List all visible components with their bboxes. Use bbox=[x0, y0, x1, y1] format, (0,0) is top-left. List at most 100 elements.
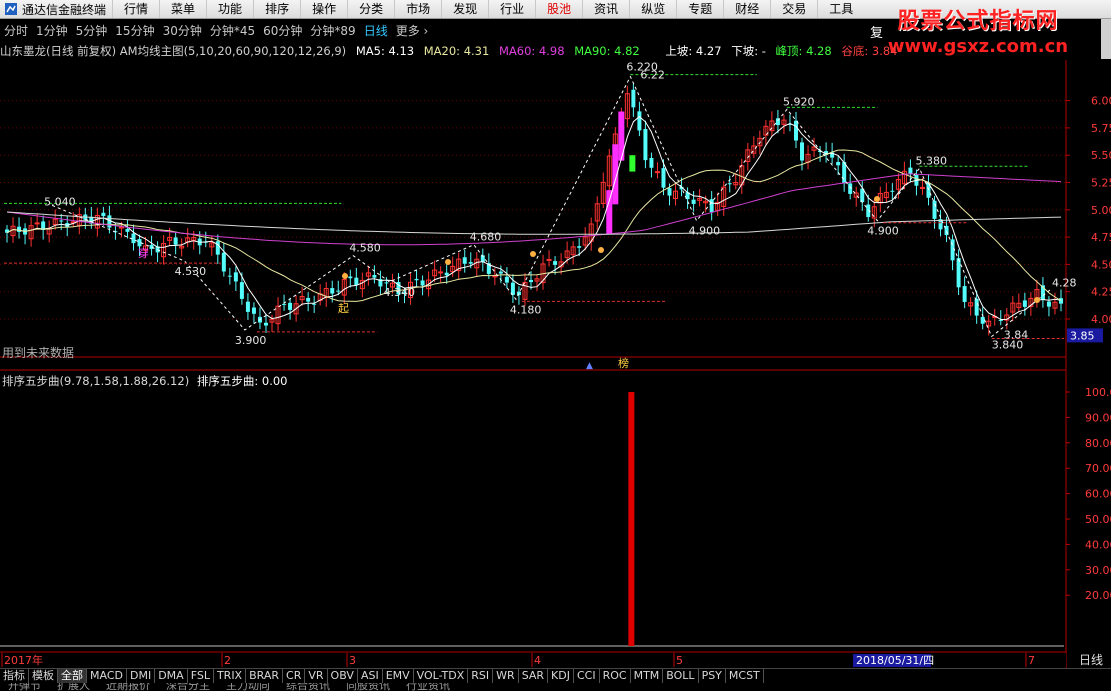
candle-body-up bbox=[654, 171, 660, 174]
tab-18[interactable]: KDJ bbox=[548, 669, 574, 683]
future-data-note: 用到未来数据 bbox=[2, 346, 75, 360]
menu-item-13[interactable]: 财经 bbox=[723, 0, 770, 18]
menu-item-7[interactable]: 发现 bbox=[441, 0, 488, 18]
tab-6[interactable]: FSL bbox=[188, 669, 214, 683]
fuquan-button[interactable]: 复 bbox=[870, 22, 883, 41]
period-9[interactable]: 更多 › bbox=[392, 22, 433, 39]
menu-item-10[interactable]: 资讯 bbox=[582, 0, 629, 18]
candle-body-up bbox=[438, 271, 444, 274]
tab-24[interactable]: MCST bbox=[726, 669, 764, 683]
menu-item-8[interactable]: 行业 bbox=[488, 0, 535, 18]
indicator-value: 排序五步曲: 0.00 bbox=[196, 374, 288, 388]
period-5[interactable]: 分钟*45 bbox=[206, 22, 259, 39]
tab-14[interactable]: VOL-TDX bbox=[414, 669, 469, 683]
tab-5[interactable]: DMA bbox=[155, 669, 188, 683]
indicator-title: 排序五步曲(9.78,1.58,1.88,26.12) bbox=[2, 374, 190, 388]
period-3[interactable]: 15分钟 bbox=[111, 22, 158, 39]
tab-17[interactable]: SAR bbox=[519, 669, 549, 683]
ma20-value: MA20: 4.31 bbox=[423, 44, 490, 58]
menu-item-5[interactable]: 分类 bbox=[347, 0, 394, 18]
bottom-item-4[interactable]: 主力动向 bbox=[218, 683, 278, 691]
price-tick-5: 4.75 bbox=[1091, 231, 1111, 244]
candle-body-down bbox=[221, 252, 226, 272]
peak-label-15: 4.28 bbox=[1052, 276, 1077, 289]
date-axis: 2017年 2 3 4 5 7 2018/05/31/四 日线 bbox=[0, 653, 1103, 667]
period-4[interactable]: 30分钟 bbox=[159, 22, 206, 39]
period-0[interactable]: 分时 bbox=[0, 22, 32, 39]
candle-body-down bbox=[239, 282, 244, 299]
menu-item-11[interactable]: 纵览 bbox=[629, 0, 676, 18]
tab-22[interactable]: BOLL bbox=[663, 669, 699, 683]
candle-body-down bbox=[312, 303, 317, 305]
chart-info-line: 山东墨龙(日线 前复权) AM均线主图(5,10,20,60,90,120,12… bbox=[0, 43, 1070, 59]
menu-item-9[interactable]: 股池 bbox=[535, 0, 582, 18]
period-toolbar: 分时 1分钟 5分钟 15分钟 30分钟 分钟*45 60分钟 分钟*89 日线 更多 › bbox=[0, 19, 870, 41]
tab-11[interactable]: OBV bbox=[328, 669, 358, 683]
candle-body-down bbox=[288, 302, 293, 310]
indicator-axis: 100.0 90.00 80.00 70.00 60.00 50.00 40.00 30.00… bbox=[1066, 386, 1111, 602]
period-6[interactable]: 60分钟 bbox=[259, 22, 306, 39]
period-7[interactable]: 分钟*89 bbox=[306, 22, 359, 39]
tab-4[interactable]: DMI bbox=[127, 669, 156, 683]
chart-canvas[interactable]: 5.0404.5303.9004.5804.3404.6804.1806.220… bbox=[0, 0, 1111, 691]
candle-body-down bbox=[1058, 298, 1063, 304]
menu-item-3[interactable]: 排序 bbox=[253, 0, 300, 18]
app-title-text: 通达信金融终端 bbox=[22, 2, 107, 17]
menu-item-12[interactable]: 专题 bbox=[676, 0, 723, 18]
menu-item-0[interactable]: 行情 bbox=[112, 0, 159, 18]
bottom-item-2[interactable]: 近期报价 bbox=[98, 683, 158, 691]
menu-item-1[interactable]: 菜单 bbox=[159, 0, 206, 18]
bottom-item-3[interactable]: 深合分主 bbox=[158, 683, 218, 691]
signal-hand-icon bbox=[1034, 297, 1040, 303]
ind-tick-8: 20.00 bbox=[1085, 589, 1111, 602]
candle-body-down bbox=[101, 212, 106, 217]
tab-2[interactable]: 全部 bbox=[58, 669, 87, 683]
tab-20[interactable]: ROC bbox=[600, 669, 631, 683]
tab-0[interactable]: 指标 bbox=[0, 669, 29, 683]
signal-hand-icon bbox=[874, 196, 880, 202]
app-title: 通达信金融终端 bbox=[0, 1, 112, 18]
menu-item-2[interactable]: 功能 bbox=[206, 0, 253, 18]
candle-body-down bbox=[709, 199, 714, 213]
bottom-item-5[interactable]: 综合资讯 bbox=[278, 683, 338, 691]
candle-body-down bbox=[649, 157, 654, 168]
tab-23[interactable]: PSY bbox=[699, 669, 726, 683]
price-tick-2: 5.50 bbox=[1091, 149, 1111, 162]
tab-16[interactable]: WR bbox=[493, 669, 519, 683]
candle-body-down bbox=[643, 129, 648, 161]
candle-body-down bbox=[1022, 300, 1027, 307]
menu-item-4[interactable]: 操作 bbox=[300, 0, 347, 18]
period-2[interactable]: 5分钟 bbox=[72, 22, 112, 39]
period-1[interactable]: 1分钟 bbox=[32, 22, 72, 39]
tab-9[interactable]: CR bbox=[283, 669, 306, 683]
right-scrollbar[interactable] bbox=[1101, 19, 1111, 59]
tab-1[interactable]: 模板 bbox=[29, 669, 58, 683]
tab-8[interactable]: BRAR bbox=[246, 669, 284, 683]
ind-tick-4: 60.00 bbox=[1085, 488, 1111, 501]
bottom-item-1[interactable]: 扩展人 bbox=[49, 683, 98, 691]
tab-10[interactable]: VR bbox=[305, 669, 328, 683]
candle-body-down bbox=[306, 297, 311, 302]
price-tick-4: 5.00 bbox=[1091, 204, 1111, 217]
candle-body-down bbox=[251, 307, 256, 314]
tab-13[interactable]: EMV bbox=[383, 669, 414, 683]
period-8[interactable]: 日线 bbox=[360, 22, 392, 39]
candle-body-down bbox=[848, 183, 853, 194]
indicator-spike-bar bbox=[628, 392, 635, 646]
tab-21[interactable]: MTM bbox=[631, 669, 664, 683]
tab-12[interactable]: ASI bbox=[358, 669, 383, 683]
tab-3[interactable]: MACD bbox=[87, 669, 127, 683]
bottom-item-0[interactable]: 开弹节 bbox=[0, 683, 49, 691]
candle-body-down bbox=[444, 272, 449, 276]
bottom-item-7[interactable]: 行业资讯 bbox=[398, 683, 458, 691]
candle-body-down bbox=[420, 280, 425, 286]
period-label[interactable]: 日线 bbox=[1079, 653, 1103, 667]
menu-item-14[interactable]: 交易 bbox=[770, 0, 817, 18]
menu-item-6[interactable]: 市场 bbox=[394, 0, 441, 18]
tab-19[interactable]: CCI bbox=[574, 669, 600, 683]
bottom-item-6[interactable]: 同股资讯 bbox=[338, 683, 398, 691]
peak-label-6: 4.180 bbox=[510, 303, 542, 316]
tab-7[interactable]: TRIX bbox=[214, 669, 247, 683]
tab-15[interactable]: RSI bbox=[468, 669, 494, 683]
menu-item-15[interactable]: 工具 bbox=[817, 0, 864, 18]
